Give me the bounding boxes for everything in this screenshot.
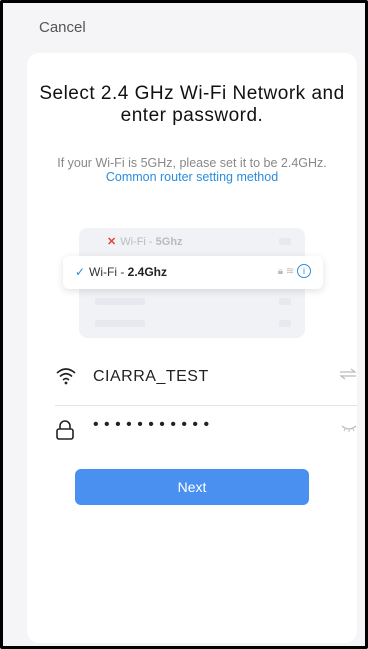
subtitle-text: If your Wi-Fi is 5GHz, please set it to … bbox=[57, 156, 327, 170]
subtitle: If your Wi-Fi is 5GHz, please set it to … bbox=[47, 156, 337, 184]
info-icon: i bbox=[297, 264, 311, 278]
switch-network-icon[interactable] bbox=[339, 368, 357, 383]
page-title: Select 2.4 GHz Wi-Fi Network and enter p… bbox=[39, 83, 345, 126]
eye-closed-icon[interactable] bbox=[341, 421, 357, 436]
check-icon: ✓ bbox=[75, 265, 86, 279]
placeholder-bar bbox=[95, 298, 145, 305]
wifi-icon bbox=[55, 366, 77, 391]
password-input[interactable]: • • • • • • • • • • • bbox=[93, 416, 210, 434]
lock-small-icon: 🔒︎ bbox=[277, 266, 284, 277]
phone-frame: Cancel Select 2.4 GHz Wi-Fi Network and … bbox=[0, 0, 368, 649]
placeholder-bar bbox=[279, 238, 291, 245]
lock-icon bbox=[55, 419, 75, 446]
divider bbox=[55, 405, 357, 406]
wifi-24g-row: ✓ Wi-Fi - 2.4Ghz 🔒︎ ≋ i bbox=[63, 256, 323, 289]
cancel-button[interactable]: Cancel bbox=[39, 19, 86, 36]
wifi-setup-card: Select 2.4 GHz Wi-Fi Network and enter p… bbox=[27, 53, 357, 643]
password-field[interactable]: • • • • • • • • • • • bbox=[55, 411, 357, 451]
placeholder-bar bbox=[95, 320, 145, 327]
placeholder-bar bbox=[279, 298, 291, 305]
network-name-field[interactable]: CIARRA_TEST bbox=[55, 358, 357, 398]
next-button[interactable]: Next bbox=[75, 469, 309, 505]
network-name-value: CIARRA_TEST bbox=[93, 368, 209, 385]
placeholder-bar bbox=[279, 320, 291, 327]
wifi-small-icon: ≋ bbox=[285, 266, 295, 277]
wifi-5g-row: ✕ Wi-Fi - 5Ghz bbox=[107, 236, 183, 248]
router-setting-link[interactable]: Common router setting method bbox=[106, 170, 278, 184]
cross-icon: ✕ bbox=[107, 236, 117, 248]
